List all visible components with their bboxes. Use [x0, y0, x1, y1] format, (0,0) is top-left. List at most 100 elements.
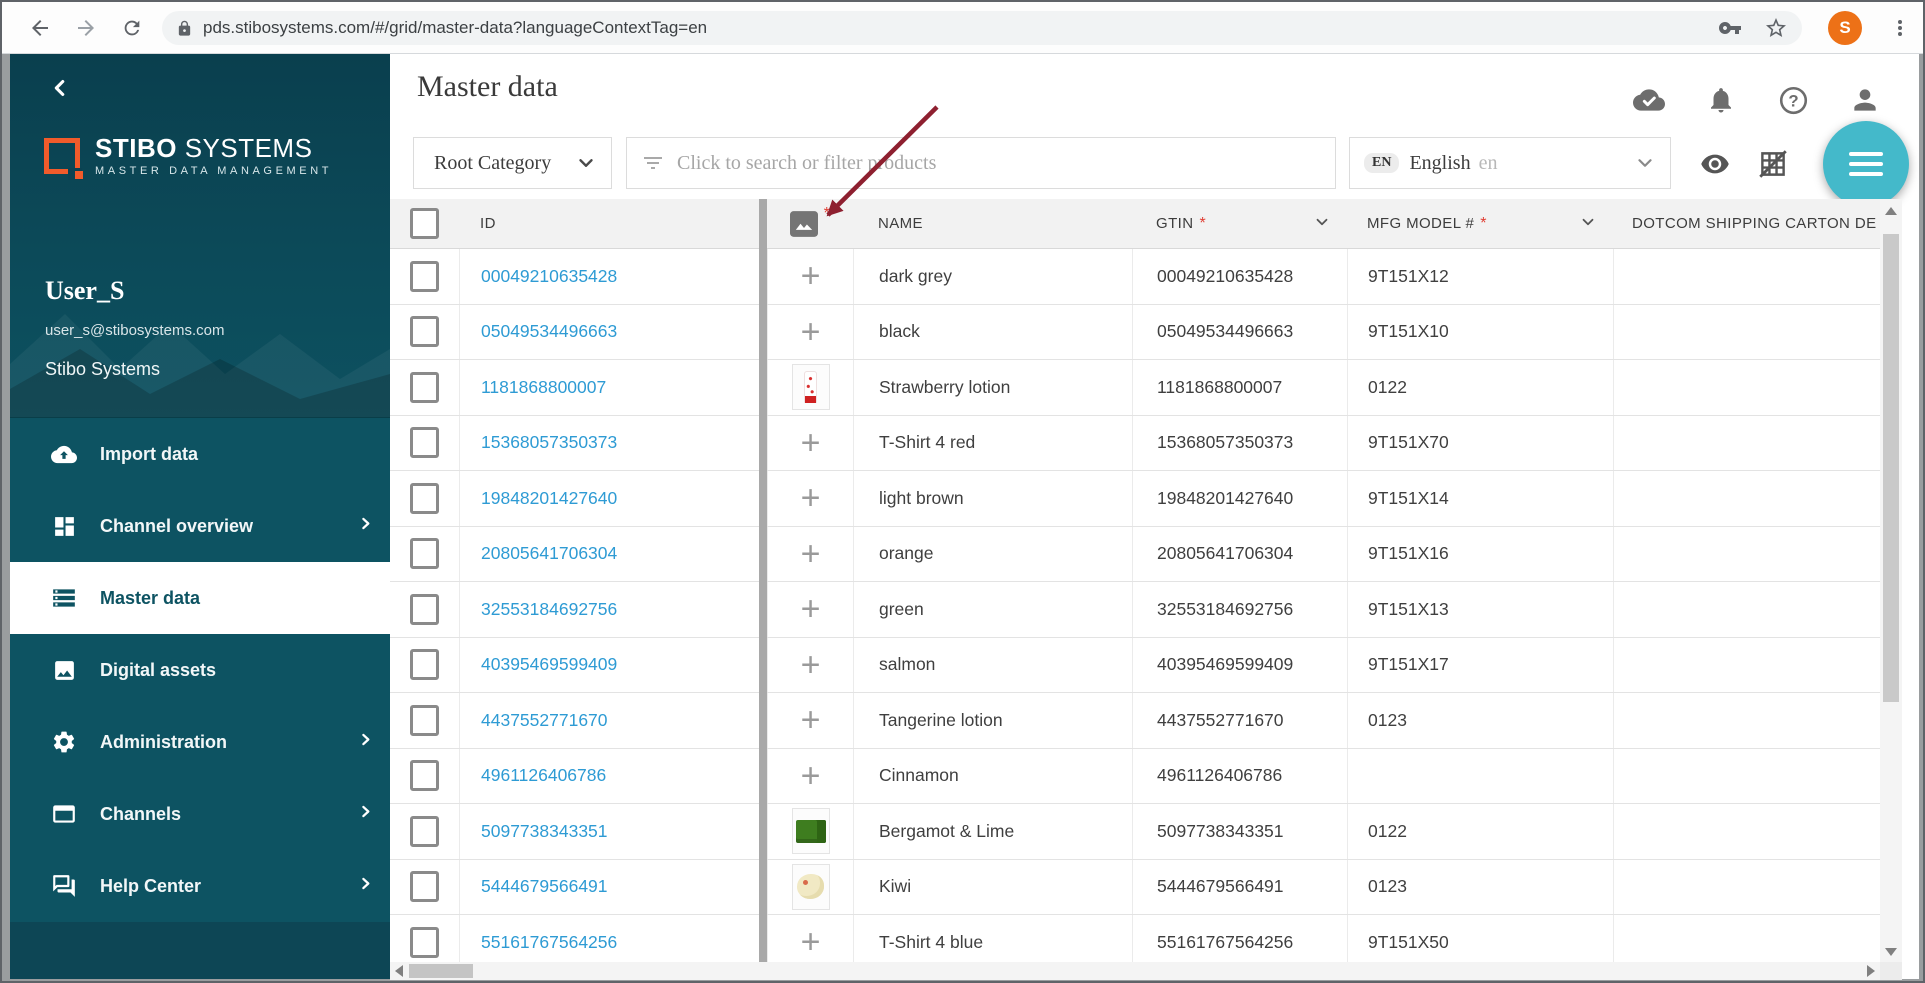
product-id-link[interactable]: 55161767564256 [481, 932, 617, 953]
cell-gtin: 55161767564256 [1132, 915, 1347, 962]
chevron-right-icon[interactable] [357, 803, 374, 825]
chevron-right-icon[interactable] [357, 875, 374, 897]
grid-off-icon [1756, 147, 1790, 181]
cloud-sync-button[interactable] [1633, 84, 1665, 116]
row-checkbox[interactable] [410, 316, 439, 347]
row-checkbox[interactable] [410, 927, 439, 958]
horizontal-scroll-thumb[interactable] [409, 964, 473, 978]
cell-image: + [767, 749, 853, 804]
add-image-button[interactable]: + [801, 261, 821, 291]
scroll-left-arrow[interactable] [395, 965, 403, 977]
eye-icon [1697, 149, 1733, 179]
product-id-link[interactable]: 15368057350373 [481, 432, 617, 453]
product-id-link[interactable]: 19848201427640 [481, 488, 617, 509]
column-header-image[interactable]: * [767, 199, 853, 248]
cell-name: T-Shirt 4 red [853, 416, 1132, 471]
column-menu-chevron-icon[interactable] [1313, 213, 1331, 235]
key-icon[interactable] [1718, 16, 1742, 40]
browser-refresh-button[interactable] [116, 12, 148, 44]
category-dropdown[interactable]: Root Category [413, 137, 612, 189]
product-id-link[interactable]: 4961126406786 [481, 765, 606, 786]
column-header-gtin[interactable]: GTIN* [1132, 199, 1347, 248]
column-header-dotcom[interactable]: DOTCOM SHIPPING CARTON DE [1613, 199, 1880, 248]
product-thumbnail[interactable] [792, 364, 830, 410]
add-image-button[interactable]: + [801, 705, 821, 735]
scroll-up-arrow[interactable] [1885, 207, 1897, 215]
add-image-button[interactable]: + [801, 650, 821, 680]
select-all-checkbox[interactable] [410, 208, 439, 239]
column-header-id[interactable]: ID [459, 199, 767, 248]
column-header-name[interactable]: NAME [853, 199, 1132, 248]
product-id-link[interactable]: 05049534496663 [481, 321, 617, 342]
product-thumbnail[interactable] [792, 808, 830, 854]
product-id-link[interactable]: 00049210635428 [481, 266, 617, 287]
product-id-link[interactable]: 40395469599409 [481, 654, 617, 675]
sidebar-item-master-data[interactable]: Master data [10, 562, 390, 634]
sidebar-item-import-data[interactable]: Import data [10, 418, 390, 490]
row-select-cell [390, 527, 459, 582]
notifications-button[interactable] [1705, 84, 1737, 116]
chevron-right-icon[interactable] [357, 515, 374, 537]
scroll-down-arrow[interactable] [1885, 948, 1897, 956]
product-id-link[interactable]: 20805641706304 [481, 543, 617, 564]
product-id-link[interactable]: 4437552771670 [481, 710, 608, 731]
row-checkbox[interactable] [410, 871, 439, 902]
product-id-link[interactable]: 32553184692756 [481, 599, 617, 620]
row-checkbox[interactable] [410, 594, 439, 625]
product-id-link[interactable]: 5444679566491 [481, 876, 608, 897]
grid-view-toggle-button[interactable] [1754, 146, 1792, 182]
sidebar-item-help-center[interactable]: Help Center [10, 850, 390, 922]
cell-image: + [767, 693, 853, 748]
row-checkbox[interactable] [410, 427, 439, 458]
row-checkbox[interactable] [410, 705, 439, 736]
help-button[interactable]: ? [1777, 84, 1809, 116]
language-label: English [1409, 152, 1470, 175]
actions-menu-fab[interactable] [1823, 121, 1909, 207]
sidebar-collapse-button[interactable] [46, 74, 74, 102]
sidebar-item-channel-overview[interactable]: Channel overview [10, 490, 390, 562]
vertical-scroll-thumb[interactable] [1883, 234, 1899, 702]
add-image-button[interactable]: + [801, 594, 821, 624]
scroll-right-arrow[interactable] [1867, 965, 1875, 977]
sidebar-item-digital-assets[interactable]: Digital assets [10, 634, 390, 706]
frozen-column-divider[interactable] [759, 199, 767, 962]
browser-profile-avatar[interactable]: S [1828, 11, 1862, 45]
cell-gtin: 4437552771670 [1132, 693, 1347, 748]
kebab-menu-icon [1888, 16, 1912, 40]
column-header-mfg-model[interactable]: MFG MODEL #* [1347, 199, 1613, 248]
product-id-link[interactable]: 5097738343351 [481, 821, 608, 842]
row-checkbox[interactable] [410, 649, 439, 680]
cell-id: 00049210635428 [459, 249, 767, 304]
browser-menu-button[interactable] [1888, 12, 1912, 44]
chevron-right-icon[interactable] [357, 731, 374, 753]
vertical-scrollbar[interactable] [1880, 199, 1902, 962]
add-image-button[interactable]: + [801, 483, 821, 513]
row-checkbox[interactable] [410, 483, 439, 514]
preview-toggle-button[interactable] [1696, 146, 1734, 182]
address-bar[interactable]: pds.stibosystems.com/#/grid/master-data?… [162, 11, 1802, 45]
add-image-button[interactable]: + [801, 927, 821, 957]
add-image-button[interactable]: + [801, 761, 821, 791]
row-checkbox[interactable] [410, 261, 439, 292]
cell-mfg-model: 9T151X16 [1347, 527, 1613, 582]
search-input[interactable] [677, 152, 1321, 175]
filter-bar: Root Category EN English en [390, 137, 1919, 189]
sidebar-item-channels[interactable]: Channels [10, 778, 390, 850]
add-image-button[interactable]: + [801, 428, 821, 458]
add-image-button[interactable]: + [801, 539, 821, 569]
add-image-button[interactable]: + [801, 317, 821, 347]
row-checkbox[interactable] [410, 760, 439, 791]
sidebar-item-administration[interactable]: Administration [10, 706, 390, 778]
product-id-link[interactable]: 1181868800007 [481, 377, 606, 398]
bookmark-star-icon[interactable] [1764, 16, 1788, 40]
language-dropdown[interactable]: EN English en [1349, 137, 1671, 189]
row-checkbox[interactable] [410, 816, 439, 847]
browser-back-button[interactable] [24, 12, 56, 44]
column-menu-chevron-icon[interactable] [1579, 213, 1597, 235]
row-checkbox[interactable] [410, 372, 439, 403]
row-checkbox[interactable] [410, 538, 439, 569]
account-button[interactable] [1849, 84, 1881, 116]
browser-forward-button[interactable] [70, 12, 102, 44]
horizontal-scrollbar[interactable] [390, 962, 1880, 980]
product-thumbnail[interactable] [792, 864, 830, 910]
